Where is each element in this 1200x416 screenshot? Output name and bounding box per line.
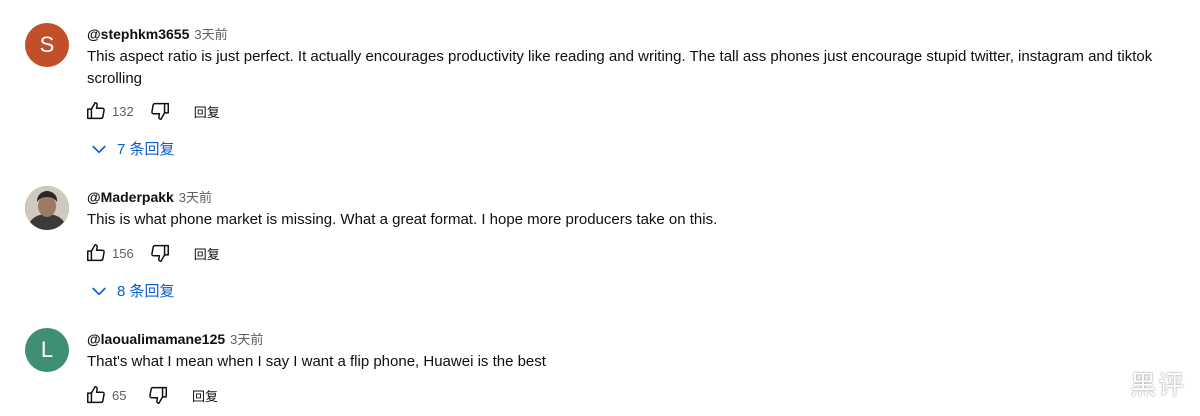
avatar-photo — [25, 186, 69, 230]
thumbs-down-icon[interactable] — [148, 241, 172, 265]
comment-header: @laoualimamane125 3天前 — [87, 329, 263, 348]
watermark: 黑评 — [1129, 371, 1186, 401]
chevron-down-icon — [92, 145, 106, 153]
avatar[interactable]: L — [25, 328, 69, 372]
avatar-letter: S — [39, 32, 55, 57]
comment-time[interactable]: 3天前 — [194, 24, 227, 43]
thumbs-down-icon[interactable] — [148, 99, 172, 123]
avatar-letter: L — [40, 337, 54, 362]
thumbs-up-icon[interactable] — [84, 383, 108, 407]
comments-section: S @stephkm3655 3天前 This aspect ratio is … — [0, 0, 1200, 416]
thumbs-up-icon[interactable] — [84, 99, 108, 123]
author-name[interactable]: @Maderpakk — [87, 189, 174, 205]
comment-header: @stephkm3655 3天前 — [87, 24, 228, 43]
comment-text: This is what phone market is missing. Wh… — [87, 211, 718, 228]
like-count: 132 — [112, 103, 134, 119]
comment-header: @Maderpakk 3天前 — [87, 187, 212, 206]
like-count: 156 — [112, 245, 134, 261]
replies-count-label: 7 条回复 — [117, 141, 175, 158]
reply-button[interactable]: 回复 — [194, 102, 220, 121]
comment-time[interactable]: 3天前 — [179, 187, 212, 206]
view-replies-button[interactable]: 7 条回复 — [89, 138, 175, 159]
comment-text: That's what I mean when I say I want a f… — [87, 353, 546, 370]
reply-button[interactable]: 回复 — [192, 386, 218, 405]
avatar[interactable]: S — [25, 23, 69, 67]
chevron-down-icon — [92, 287, 106, 295]
avatar[interactable] — [25, 186, 69, 230]
comment-actions: 65 回复 — [84, 383, 218, 407]
like-count: 65 — [112, 387, 127, 403]
thumbs-down-icon[interactable] — [146, 383, 170, 407]
comment-actions: 156 回复 — [84, 241, 220, 265]
author-name[interactable]: @laoualimamane125 — [87, 331, 225, 347]
comment-time[interactable]: 3天前 — [230, 329, 263, 348]
reply-button[interactable]: 回复 — [194, 244, 220, 263]
comment-actions: 132 回复 — [84, 99, 220, 123]
thumbs-up-icon[interactable] — [84, 241, 108, 265]
replies-count-label: 8 条回复 — [117, 283, 175, 300]
comment-text: This aspect ratio is just perfect. It ac… — [87, 48, 1153, 87]
author-name[interactable]: @stephkm3655 — [87, 26, 189, 42]
view-replies-button[interactable]: 8 条回复 — [89, 280, 175, 301]
